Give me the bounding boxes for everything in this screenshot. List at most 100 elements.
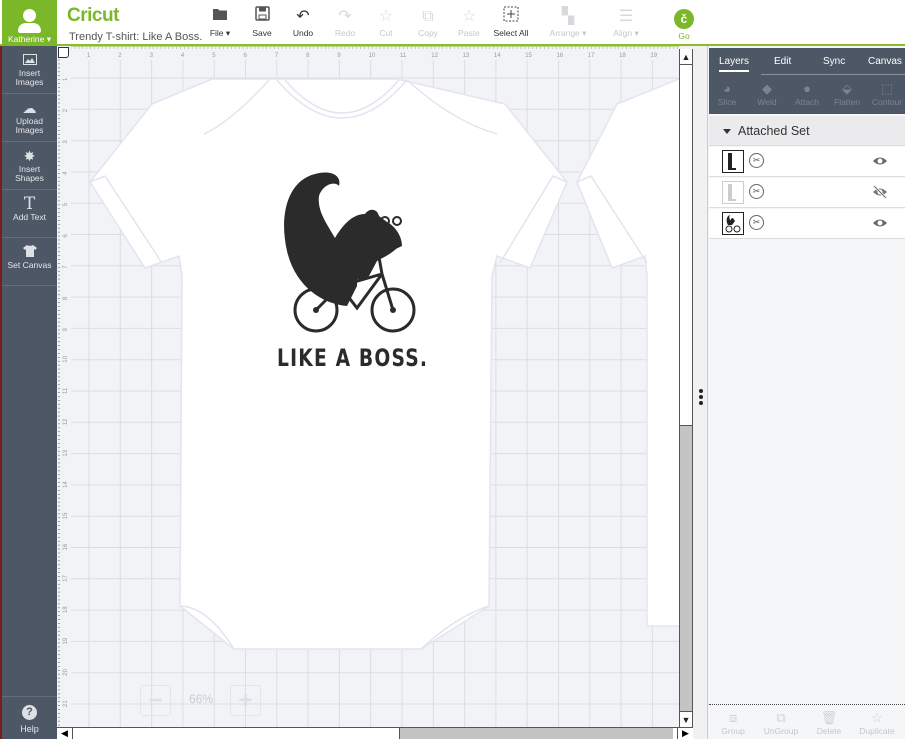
tshirt-icon <box>2 243 57 261</box>
zoom-out-button[interactable]: − <box>140 685 171 716</box>
duplicate-button[interactable]: ☆ Duplicate <box>855 710 899 736</box>
ruler-tick-label: 14 <box>63 481 69 488</box>
go-label: Go <box>678 31 690 41</box>
user-menu[interactable]: Katherine ▾ <box>2 0 57 46</box>
attach-button[interactable]: ● Attach <box>788 81 826 107</box>
ruler-tick-label: 11 <box>400 53 407 59</box>
sidebar-item-insert-shapes[interactable]: ✸ Insert Shapes <box>2 142 57 190</box>
sidebar-item-set-canvas[interactable]: Set Canvas <box>2 238 57 286</box>
ruler-tick-label: 13 <box>63 449 69 456</box>
ruler-tick-label: 4 <box>181 53 185 59</box>
trash-icon: 🗑 <box>820 710 838 725</box>
cut-operation-icon[interactable]: ✂ <box>749 153 764 168</box>
sidebar-item-upload-images[interactable]: ☁ Upload Images <box>2 94 57 142</box>
ruler-tick-label: 8 <box>63 296 69 300</box>
image-icon <box>2 51 57 69</box>
save-button[interactable]: Save <box>250 6 274 38</box>
ruler-tick-label: 17 <box>63 574 69 581</box>
tab-sync[interactable]: Sync <box>823 56 845 67</box>
weld-button[interactable]: ◆ Weld <box>748 81 786 107</box>
layer-row[interactable]: ✂ <box>709 178 905 208</box>
ruler-tick-label: 7 <box>275 53 279 59</box>
tab-layers[interactable]: Layers <box>719 56 750 72</box>
ruler-tick-label: 16 <box>63 543 69 550</box>
ruler-tick-label: 4 <box>63 171 69 175</box>
drag-handle-icon <box>699 389 703 407</box>
scroll-right-arrow[interactable]: ▶ <box>677 728 693 739</box>
ruler-tick-label: 11 <box>63 387 69 394</box>
scroll-down-arrow[interactable]: ▼ <box>680 711 692 727</box>
eye-hidden-icon[interactable] <box>872 185 888 199</box>
file-menu-button[interactable]: File ▾ <box>206 6 234 39</box>
vertical-ruler: 1 2 3 4 5 6 7 8 9 10 11 12 13 14 15 16 17 18 19 20 21 <box>57 46 71 727</box>
ruler-tick-label: 3 <box>63 140 69 144</box>
horizontal-scroll-thumb[interactable] <box>399 728 673 739</box>
layers-panel: Layers Edit Sync Canvas ◕ Slice ◆ Weld ● At… <box>709 46 905 739</box>
canvas-grid: LIKE A BOSS. <box>71 60 679 727</box>
weld-icon: ◆ <box>762 81 772 96</box>
align-menu-button[interactable]: ☰ Align ▾ <box>608 6 644 39</box>
ruler-tick-label: 8 <box>306 53 310 59</box>
sidebar-item-insert-images[interactable]: Insert Images <box>2 46 57 94</box>
ruler-tick-label: 2 <box>118 53 122 59</box>
ruler-tick-label: 9 <box>337 53 341 59</box>
vertical-scroll-thumb[interactable] <box>680 425 692 711</box>
cricut-c-icon: č <box>680 12 688 26</box>
align-icon: ☰ <box>618 8 634 25</box>
tab-canvas[interactable]: Canvas <box>868 56 902 67</box>
layer-row[interactable]: ✂ <box>709 147 905 177</box>
ruler-tick-label: 2 <box>63 108 69 112</box>
scroll-up-arrow[interactable]: ▲ <box>680 49 692 65</box>
ruler-tick-label: 18 <box>63 606 69 613</box>
panel-bottom-toolbar: ⧈ Group ⧉ UnGroup 🗑 Delete ☆ Duplicate <box>709 704 905 739</box>
group-icon: ⧈ <box>728 710 738 725</box>
zoom-in-button[interactable]: + <box>230 685 261 716</box>
design-text[interactable]: LIKE A BOSS. <box>277 345 428 373</box>
ruler-tick-label: 14 <box>494 53 501 59</box>
flatten-button[interactable]: ⬙ Flatten <box>828 81 866 107</box>
ungroup-icon: ⧉ <box>776 710 786 725</box>
paperclip-icon: ● <box>803 81 811 96</box>
slice-icon: ◕ <box>723 81 731 96</box>
eye-icon[interactable] <box>872 154 888 168</box>
contour-button[interactable]: ⬚ Contour <box>868 81 905 107</box>
ruler-tick-label: 15 <box>525 53 532 59</box>
top-toolbar: Katherine ▾ Cricut Trendy T-shirt: Like … <box>0 0 905 46</box>
attached-set-group[interactable]: Attached Set <box>709 116 905 146</box>
go-button[interactable]: č <box>674 9 694 29</box>
help-button[interactable]: ? Help <box>2 696 57 734</box>
cut-operation-icon[interactable]: ✂ <box>749 184 764 199</box>
select-all-button[interactable]: Select All <box>492 6 530 38</box>
vertical-scrollbar[interactable]: ▲ ▼ <box>679 49 693 727</box>
copy-button[interactable]: ⧉ Copy <box>414 6 442 38</box>
slice-button[interactable]: ◕ Slice <box>708 81 746 107</box>
minus-icon: − <box>148 687 163 714</box>
panel-resize-handle[interactable] <box>693 46 708 739</box>
undo-button[interactable]: ↶ Undo <box>290 6 316 38</box>
cut-button[interactable]: ☆ Cut <box>374 6 398 38</box>
group-button[interactable]: ⧈ Group <box>711 710 755 736</box>
horizontal-scrollbar[interactable]: ◀ ▶ <box>57 727 693 739</box>
zoom-level: 66% <box>188 692 214 706</box>
design-canvas[interactable]: LIKE A BOSS. 1 2 3 4 5 6 7 8 9 10 11 12 13 14 15 16 17 18… <box>57 46 679 727</box>
tab-edit[interactable]: Edit <box>774 56 791 67</box>
layer-row[interactable]: ✂ <box>709 209 905 239</box>
ruler-tick-label: 19 <box>650 53 657 59</box>
ungroup-button[interactable]: ⧉ UnGroup <box>759 710 803 736</box>
ruler-tick-label: 1 <box>87 53 91 59</box>
redo-button[interactable]: ↷ Redo <box>332 6 358 38</box>
delete-button[interactable]: 🗑 Delete <box>807 710 851 736</box>
ruler-tick-label: 16 <box>557 53 564 59</box>
avatar-icon <box>23 9 36 22</box>
avatar-body <box>18 23 41 33</box>
cut-operation-icon[interactable]: ✂ <box>749 215 764 230</box>
sidebar-item-add-text[interactable]: T Add Text <box>2 190 57 238</box>
scroll-left-arrow[interactable]: ◀ <box>57 728 73 739</box>
eye-icon[interactable] <box>872 216 888 230</box>
paste-button[interactable]: ☆ Paste <box>456 6 482 38</box>
collapse-triangle-icon[interactable] <box>723 129 731 135</box>
arrange-menu-button[interactable]: ▚ Arrange ▾ <box>546 6 590 39</box>
left-sidebar: Insert Images ☁ Upload Images ✸ Insert Shap… <box>2 46 57 739</box>
shapes-icon: ✸ <box>23 148 36 164</box>
project-title: Trendy T-shirt: Like A Boss. <box>69 31 203 43</box>
